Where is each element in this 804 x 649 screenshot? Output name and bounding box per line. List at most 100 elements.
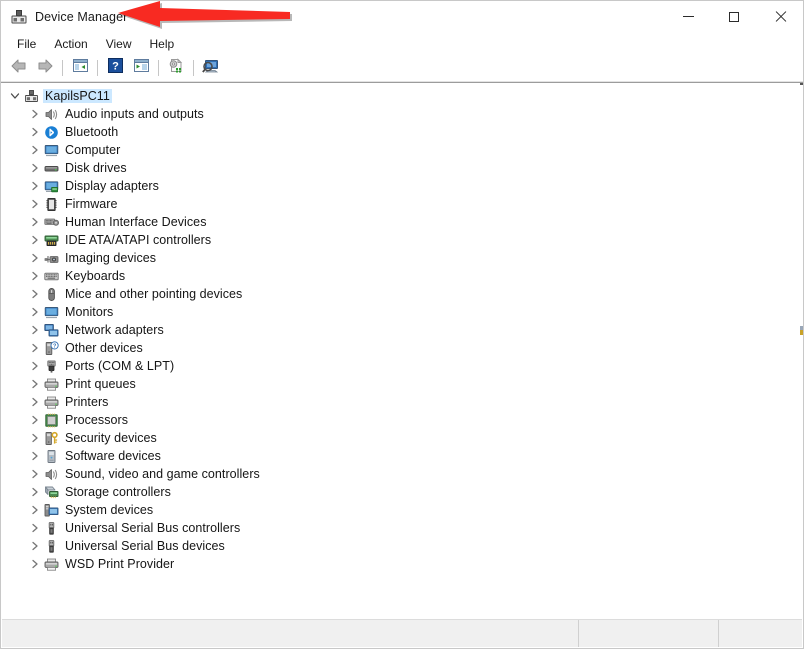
tree-item-label: Software devices [65, 449, 161, 463]
chevron-right-icon[interactable] [27, 448, 43, 464]
chevron-right-icon[interactable] [27, 340, 43, 356]
unknown-device-icon: ? [43, 340, 59, 356]
vertical-scrollbar[interactable] [800, 83, 803, 619]
scan-for-hardware-changes-button[interactable] [199, 57, 223, 79]
chevron-right-icon[interactable] [27, 214, 43, 230]
chevron-right-icon[interactable] [27, 394, 43, 410]
chevron-right-icon[interactable] [27, 538, 43, 554]
tree-item-keyboards[interactable]: Keyboards [1, 267, 803, 285]
tree-item-mice-and-other-pointing-devices[interactable]: Mice and other pointing devices [1, 285, 803, 303]
help-button[interactable]: ? [103, 57, 127, 79]
close-button[interactable] [757, 1, 803, 32]
chevron-down-icon[interactable] [7, 88, 23, 104]
speaker-icon [43, 466, 59, 482]
chevron-right-icon[interactable] [27, 232, 43, 248]
menu-item-help[interactable]: Help [141, 35, 184, 53]
tree-item-imaging-devices[interactable]: Imaging devices [1, 249, 803, 267]
show-hide-console-tree-button[interactable] [68, 57, 92, 79]
menu-item-file[interactable]: File [8, 35, 45, 53]
chevron-right-icon[interactable] [27, 268, 43, 284]
menu-item-action[interactable]: Action [45, 35, 96, 53]
back-button[interactable] [7, 57, 31, 79]
chevron-right-icon[interactable] [27, 556, 43, 572]
chevron-right-icon[interactable] [27, 250, 43, 266]
tree-item-system-devices[interactable]: System devices [1, 501, 803, 519]
update-driver-button[interactable] [164, 57, 188, 79]
tree-item-other-devices[interactable]: ? Other devices [1, 339, 803, 357]
tree-item-security-devices[interactable]: Security devices [1, 429, 803, 447]
tree-item-universal-serial-bus-controllers[interactable]: Universal Serial Bus controllers [1, 519, 803, 537]
tree-item-monitors[interactable]: Monitors [1, 303, 803, 321]
tree-item-label: Other devices [65, 341, 143, 355]
tree-item-disk-drives[interactable]: Disk drives [1, 159, 803, 177]
usb-icon [43, 538, 59, 554]
disk-drive-icon [43, 160, 59, 176]
toolbar-separator [193, 60, 194, 76]
window-controls [665, 1, 803, 32]
minimize-button[interactable] [665, 1, 711, 32]
firmware-chip-icon [43, 196, 59, 212]
chevron-right-icon[interactable] [27, 322, 43, 338]
chevron-right-icon[interactable] [27, 124, 43, 140]
chevron-right-icon[interactable] [27, 412, 43, 428]
tree-item-ports-com-and-lpt[interactable]: Ports (COM & LPT) [1, 357, 803, 375]
tree-item-root-label: KapilsPC11 [43, 89, 112, 103]
tree-item-wsd-print-provider[interactable]: WSD Print Provider [1, 555, 803, 573]
status-bar-main-panel [2, 620, 579, 647]
chevron-right-icon[interactable] [27, 160, 43, 176]
chevron-right-icon[interactable] [27, 520, 43, 536]
svg-text:?: ? [112, 61, 119, 73]
tree-item-storage-controllers[interactable]: Storage controllers [1, 483, 803, 501]
tree-item-printers[interactable]: Printers [1, 393, 803, 411]
tree-item-processors[interactable]: Processors [1, 411, 803, 429]
chevron-right-icon[interactable] [27, 358, 43, 374]
computer-root-icon [23, 88, 39, 104]
menu-item-view[interactable]: View [97, 35, 141, 53]
chevron-right-icon[interactable] [27, 106, 43, 122]
tree-item-root[interactable]: KapilsPC11 [1, 87, 803, 105]
tree-item-computer[interactable]: Computer [1, 141, 803, 159]
tree-item-label: Storage controllers [65, 485, 171, 499]
tree-item-bluetooth[interactable]: Bluetooth [1, 123, 803, 141]
tree-item-label: Ports (COM & LPT) [65, 359, 175, 373]
device-tree: KapilsPC11 Audio inputs and outputs Blue… [1, 83, 803, 573]
display-adapter-icon [43, 178, 59, 194]
toolbar-separator [158, 60, 159, 76]
tree-item-label: Display adapters [65, 179, 159, 193]
chevron-right-icon[interactable] [27, 142, 43, 158]
tree-item-universal-serial-bus-devices[interactable]: Universal Serial Bus devices [1, 537, 803, 555]
tree-item-label: Human Interface Devices [65, 215, 207, 229]
tree-item-human-interface-devices[interactable]: Human Interface Devices [1, 213, 803, 231]
tree-item-audio-inputs-and-outputs[interactable]: Audio inputs and outputs [1, 105, 803, 123]
chevron-right-icon[interactable] [27, 304, 43, 320]
tree-item-label: Keyboards [65, 269, 126, 283]
chevron-right-icon[interactable] [27, 430, 43, 446]
bluetooth-icon [43, 124, 59, 140]
camera-icon [43, 250, 59, 266]
tree-item-firmware[interactable]: Firmware [1, 195, 803, 213]
chevron-right-icon[interactable] [27, 466, 43, 482]
tree-item-label: Audio inputs and outputs [65, 107, 204, 121]
chevron-right-icon[interactable] [27, 286, 43, 302]
toolbar-separator [62, 60, 63, 76]
security-key-icon [43, 430, 59, 446]
monitor-icon [43, 142, 59, 158]
maximize-button[interactable] [711, 1, 757, 32]
properties-button[interactable] [129, 57, 153, 79]
chevron-right-icon[interactable] [27, 484, 43, 500]
chevron-right-icon[interactable] [27, 376, 43, 392]
hid-gamepad-icon [43, 214, 59, 230]
forward-arrow-icon [36, 58, 54, 79]
tree-item-ide-ata-atapi-controllers[interactable]: IDE ATA/ATAPI controllers [1, 231, 803, 249]
chevron-right-icon[interactable] [27, 502, 43, 518]
processor-chip-icon [43, 412, 59, 428]
tree-item-print-queues[interactable]: Print queues [1, 375, 803, 393]
tree-item-network-adapters[interactable]: Network adapters [1, 321, 803, 339]
tree-item-sound-video-and-game-controllers[interactable]: Sound, video and game controllers [1, 465, 803, 483]
forward-button[interactable] [33, 57, 57, 79]
chevron-right-icon[interactable] [27, 178, 43, 194]
speaker-icon [43, 106, 59, 122]
chevron-right-icon[interactable] [27, 196, 43, 212]
tree-item-display-adapters[interactable]: Display adapters [1, 177, 803, 195]
tree-item-software-devices[interactable]: Software devices [1, 447, 803, 465]
